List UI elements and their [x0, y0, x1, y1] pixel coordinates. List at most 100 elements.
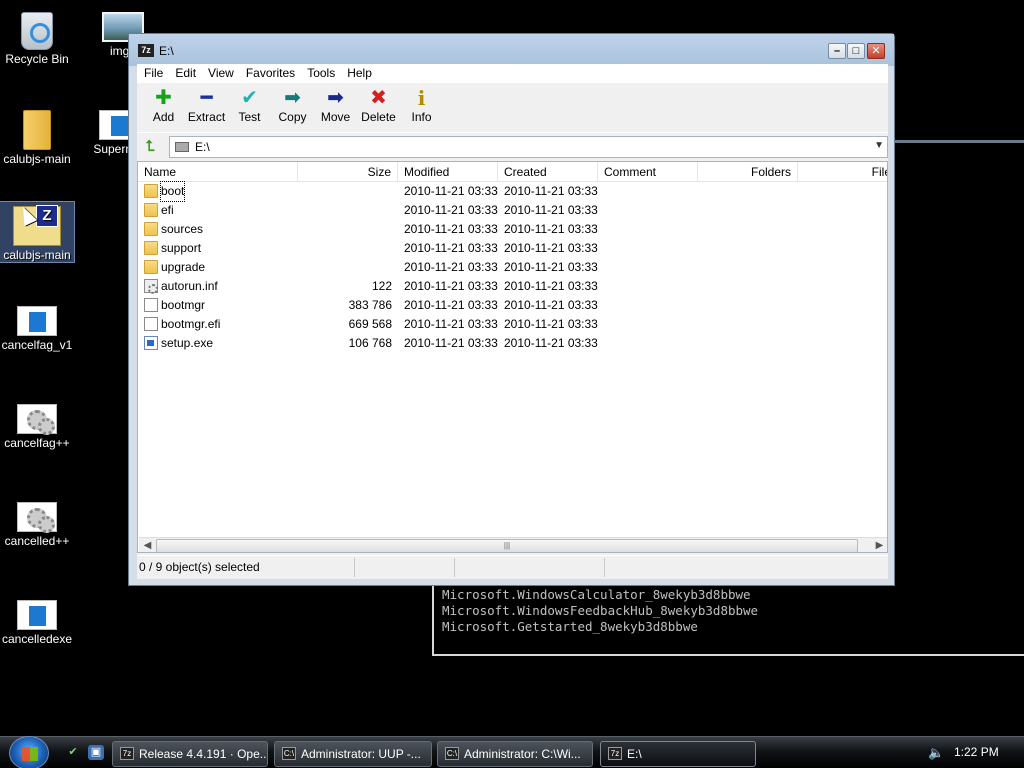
address-bar: ⮤ E:\ ▼: [137, 135, 888, 159]
folder-icon: [23, 110, 51, 150]
file-created: 2010-11-21 03:33: [504, 336, 598, 350]
column-header-comment[interactable]: Comment: [598, 162, 698, 182]
scroll-right-button[interactable]: ▶: [871, 538, 887, 552]
status-segment: [355, 558, 455, 577]
file-row[interactable]: sources 2010-11-21 03:33 2010-11-21 03:33: [138, 220, 887, 239]
file-name: efi: [161, 203, 174, 217]
volume-icon[interactable]: 🔈: [928, 745, 944, 761]
desktop-icon-label: cancelledexe: [1, 632, 73, 646]
file-name: bootmgr.efi: [161, 317, 221, 331]
copy-button[interactable]: ➡ Copy: [271, 83, 314, 132]
file-name: support: [161, 241, 202, 255]
folder-icon: [144, 260, 158, 274]
toolbar: ✚ Add ━ Extract ✔ Test ➡ Copy ➡ Move ✖ Delete i Info: [137, 83, 888, 133]
settings-file-icon: [144, 279, 158, 294]
file-size: 106 768: [348, 336, 392, 350]
extract-button[interactable]: ━ Extract: [185, 83, 228, 132]
window-client: File Edit View Favorites Tools Help ✚ Add ━ Extr…: [137, 64, 888, 579]
menu-help[interactable]: Help: [341, 64, 378, 83]
minimize-button[interactable]: –: [828, 43, 846, 59]
plus-icon: ✚: [155, 87, 172, 109]
taskbar-button-label: E:\: [627, 747, 642, 761]
file-row[interactable]: upgrade 2010-11-21 03:33 2010-11-21 03:33: [138, 258, 887, 277]
taskbar-button-label: Administrator: C:\Wi...: [464, 747, 581, 761]
desktop-icon-cancelfag-v1[interactable]: cancelfag_v1: [0, 302, 74, 352]
column-header-folders[interactable]: Folders: [698, 162, 798, 182]
desktop-icon-cancelfag-[interactable]: cancelfag++: [0, 400, 74, 450]
clock[interactable]: 1:22 PM: [954, 745, 999, 759]
file-list[interactable]: Name Size Modified Created Comment Folders Fil…: [137, 161, 888, 553]
test-button[interactable]: ✔ Test: [228, 83, 271, 132]
close-button[interactable]: ✕: [867, 43, 885, 59]
file-row[interactable]: bootmgr 383 786 2010-11-21 03:33 2010-11-21…: [138, 296, 887, 315]
taskbar-button[interactable]: C:\ Administrator: C:\Wi...: [437, 741, 593, 767]
address-text: E:\: [195, 140, 210, 154]
address-combobox[interactable]: E:\ ▼: [169, 136, 888, 158]
scrollbar-thumb[interactable]: |||: [156, 539, 858, 552]
menu-edit[interactable]: Edit: [169, 64, 202, 83]
chevron-down-icon[interactable]: ▼: [874, 140, 884, 151]
column-header-created[interactable]: Created: [498, 162, 598, 182]
column-header-name[interactable]: Name: [138, 162, 298, 182]
desktop-icon-calubjs-main[interactable]: calubjs-main: [0, 106, 74, 166]
taskbar-button[interactable]: 7z Release 4.4.191 · Ope...: [112, 741, 268, 767]
file-row[interactable]: setup.exe 106 768 2010-11-21 03:33 2010-11-…: [138, 334, 887, 353]
window-title: E:\: [159, 44, 174, 58]
file-name: boot: [159, 181, 186, 202]
toolbar-button-label: Copy: [278, 110, 307, 124]
file-row[interactable]: boot 2010-11-21 03:33 2010-11-21 03:33: [138, 181, 887, 202]
file-icon: [144, 298, 158, 312]
file-name: bootmgr: [161, 298, 206, 312]
menu-file[interactable]: File: [138, 64, 169, 83]
column-header-file[interactable]: File: [798, 162, 887, 182]
console-output: Microsoft.WindowsCalculator_8wekyb3d8bbw…: [442, 587, 758, 635]
check-icon: ✔: [241, 87, 258, 109]
toolbar-button-label: Delete: [361, 110, 396, 124]
desktop-icon-cancelledexe[interactable]: cancelledexe: [0, 596, 74, 646]
file-row[interactable]: autorun.inf 122 2010-11-21 03:33 2010-11-21…: [138, 277, 887, 296]
desktop-icon-calubjs-main[interactable]: calubjs-main: [0, 201, 75, 263]
file-modified: 2010-11-21 03:33: [404, 184, 498, 198]
start-button[interactable]: [9, 736, 49, 768]
desktop-icon-cancelled-[interactable]: cancelled++: [0, 498, 74, 548]
file-row[interactable]: bootmgr.efi 669 568 2010-11-21 03:33 2010-1…: [138, 315, 887, 334]
column-header-size[interactable]: Size: [298, 162, 398, 182]
delete-button[interactable]: ✖ Delete: [357, 83, 400, 132]
show-desktop-icon[interactable]: ▣: [88, 745, 104, 760]
info-button[interactable]: i Info: [400, 83, 443, 132]
toolbar-button-label: Move: [320, 110, 351, 124]
column-header-modified[interactable]: Modified: [398, 162, 498, 182]
menu-favorites[interactable]: Favorites: [240, 64, 301, 83]
7zip-app-icon: 7z: [138, 44, 154, 57]
folder-up-button[interactable]: ⮤: [139, 136, 161, 158]
desktop-icon-recycle-bin[interactable]: Recycle Bin: [0, 8, 74, 66]
file-modified: 2010-11-21 03:33: [404, 241, 498, 255]
delete-x-icon: ✖: [370, 87, 387, 109]
quicklaunch-browser-icon[interactable]: ✔: [65, 745, 81, 760]
scroll-left-button[interactable]: ◀: [139, 538, 156, 552]
desktop-icon-label: calubjs-main: [3, 152, 71, 166]
desktop-icon-label: cancelled++: [4, 534, 70, 548]
toolbar-button-label: Info: [411, 110, 432, 124]
status-segment: [455, 558, 605, 577]
menu-view[interactable]: View: [202, 64, 240, 83]
menu-tools[interactable]: Tools: [301, 64, 341, 83]
console-line: Microsoft.Getstarted_8wekyb3d8bbwe: [442, 619, 698, 634]
file-row[interactable]: support 2010-11-21 03:33 2010-11-21 03:33: [138, 239, 887, 258]
title-bar[interactable]: 7z E:\ – □ ✕: [129, 34, 894, 66]
file-created: 2010-11-21 03:33: [504, 279, 598, 293]
move-button[interactable]: ➡ Move: [314, 83, 357, 132]
taskbar-button[interactable]: C:\ Administrator: UUP -...: [274, 741, 432, 767]
toolbar-button-label: Extract: [187, 110, 226, 124]
file-icon: [144, 317, 158, 331]
maximize-button[interactable]: □: [847, 43, 865, 59]
desktop-icon-label: cancelfag_v1: [1, 338, 73, 352]
add-button[interactable]: ✚ Add: [142, 83, 185, 132]
file-manager-window[interactable]: 7z E:\ – □ ✕ File Edit View Favorites Tools H…: [128, 33, 895, 586]
horizontal-scrollbar[interactable]: ◀ ||| ▶: [139, 537, 887, 552]
file-modified: 2010-11-21 03:33: [404, 298, 498, 312]
file-row[interactable]: efi 2010-11-21 03:33 2010-11-21 03:33: [138, 201, 887, 220]
desktop-icon-label: cancelfag++: [4, 436, 70, 450]
taskbar-button[interactable]: 7z E:\: [600, 741, 756, 767]
file-list-area: Name Size Modified Created Comment Folders Fil…: [137, 161, 888, 581]
